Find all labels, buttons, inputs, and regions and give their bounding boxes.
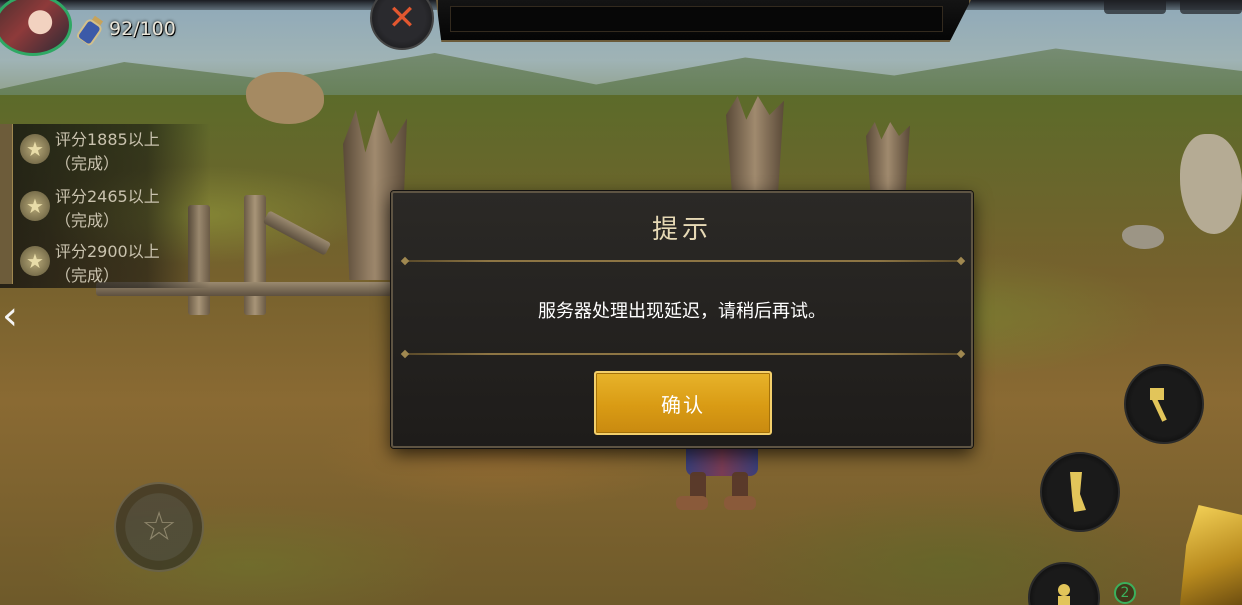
quest-item: ★ 评分2465以上 （完成）	[20, 181, 200, 233]
stamina-counter: 92/100	[109, 18, 176, 40]
quest-status: （完成）	[55, 266, 120, 285]
dialog-message: 服务器处理出现延迟，请稍后再试。	[538, 301, 826, 322]
star-icon: ★	[20, 191, 50, 221]
player-character	[672, 440, 772, 510]
quest-panel-handle[interactable]	[0, 124, 13, 284]
tree-stump	[726, 96, 784, 191]
quest-status: （完成）	[55, 154, 120, 173]
tree-stump	[866, 122, 910, 192]
skill-button-hammer[interactable]	[1124, 364, 1204, 444]
dialog-title: 提示	[651, 215, 712, 245]
dialog-divider	[405, 353, 961, 355]
boss-health-bar	[436, 0, 971, 42]
rock	[1122, 225, 1164, 249]
dialog-divider	[405, 260, 961, 262]
menu-tab[interactable]	[1104, 0, 1166, 14]
menu-tab[interactable]	[1180, 0, 1242, 14]
quest-requirement: 评分2465以上	[55, 187, 160, 206]
quest-requirement: 评分1885以上	[55, 130, 160, 149]
character-shoe	[676, 496, 708, 510]
pentagram-icon: ☆	[141, 504, 177, 550]
confirm-button[interactable]: 确认	[594, 371, 772, 435]
star-icon: ★	[20, 134, 50, 164]
boss-health-fill	[450, 6, 943, 32]
skill-button-kick[interactable]	[1040, 452, 1120, 532]
quest-item: ★ 评分2900以上 （完成）	[20, 236, 200, 288]
quest-item: ★ 评分1885以上 （完成）	[20, 124, 200, 176]
quest-status: （完成）	[55, 211, 120, 230]
skill-charge-badge: 2	[1114, 582, 1136, 604]
quest-requirement: 评分2900以上	[55, 242, 160, 261]
character-shoe	[724, 496, 756, 510]
hammer-icon	[1150, 388, 1167, 422]
stamina-current: 92	[109, 18, 134, 40]
stamina-max: 100	[139, 18, 176, 40]
leg-icon	[1070, 472, 1086, 512]
fence-post	[244, 195, 266, 315]
virtual-joystick[interactable]: ☆	[114, 482, 204, 572]
star-icon: ★	[20, 246, 50, 276]
alert-dialog: 提示 服务器处理出现延迟，请稍后再试。 确认	[391, 191, 973, 448]
chevron-left-icon[interactable]: ‹	[2, 296, 28, 340]
fighter-icon	[1058, 584, 1070, 605]
